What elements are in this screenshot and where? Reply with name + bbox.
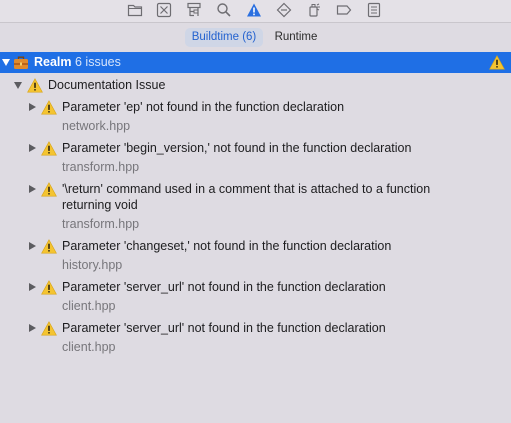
toolbar-divider [0,22,511,23]
issue-message[interactable]: Parameter 'changeset,' not found in the … [62,238,492,254]
issue-warning-icon[interactable] [246,2,262,18]
warning-icon [41,141,57,156]
folder-icon[interactable] [127,2,143,18]
navigator-toolbar [0,0,511,22]
issue-message[interactable]: Parameter 'ep' not found in the function… [62,99,492,115]
issue-message[interactable]: Parameter 'server_url' not found in the … [62,279,492,295]
issue-message[interactable]: Parameter 'server_url' not found in the … [62,320,492,336]
search-icon[interactable] [216,2,232,18]
report-list-icon[interactable] [366,2,382,18]
disclosure-expanded-icon[interactable] [14,82,22,89]
debug-spray-icon[interactable] [306,2,322,18]
realm-issue-count: 6 issues [75,55,121,69]
disclosure-collapsed-icon[interactable] [29,103,36,111]
source-control-icon[interactable] [156,2,172,18]
issue-group-title[interactable]: Documentation Issue [48,78,165,93]
warning-icon [27,78,43,93]
realm-project-row[interactable]: Realm 6 issues [0,52,511,73]
disclosure-expanded-icon[interactable] [2,59,10,66]
realm-name: Realm [34,55,72,69]
disclosure-collapsed-icon[interactable] [29,283,36,291]
issue-file[interactable]: transform.hpp [62,160,139,175]
test-diamond-icon[interactable] [276,2,292,18]
issue-message[interactable]: '\return' command used in a comment that… [62,181,482,213]
disclosure-collapsed-icon[interactable] [29,144,36,152]
disclosure-collapsed-icon[interactable] [29,324,36,332]
warning-icon [41,280,57,295]
issue-message[interactable]: Parameter 'begin_version,' not found in … [62,140,492,156]
warning-icon [41,321,57,336]
tab-buildtime[interactable]: Buildtime (6) [185,28,263,47]
hierarchy-icon[interactable] [186,2,202,18]
breakpoint-tag-icon[interactable] [336,2,352,18]
warning-icon [41,100,57,115]
issue-file[interactable]: history.hpp [62,258,122,273]
disclosure-collapsed-icon[interactable] [29,185,36,193]
issue-file[interactable]: client.hpp [62,299,116,314]
toolbox-icon [13,55,29,70]
warning-icon [489,55,505,70]
tab-runtime[interactable]: Runtime [268,28,324,47]
issue-file[interactable]: client.hpp [62,340,116,355]
issue-file[interactable]: network.hpp [62,119,130,134]
warning-icon [41,182,57,197]
warning-icon [41,239,57,254]
issue-file[interactable]: transform.hpp [62,217,139,232]
disclosure-collapsed-icon[interactable] [29,242,36,250]
